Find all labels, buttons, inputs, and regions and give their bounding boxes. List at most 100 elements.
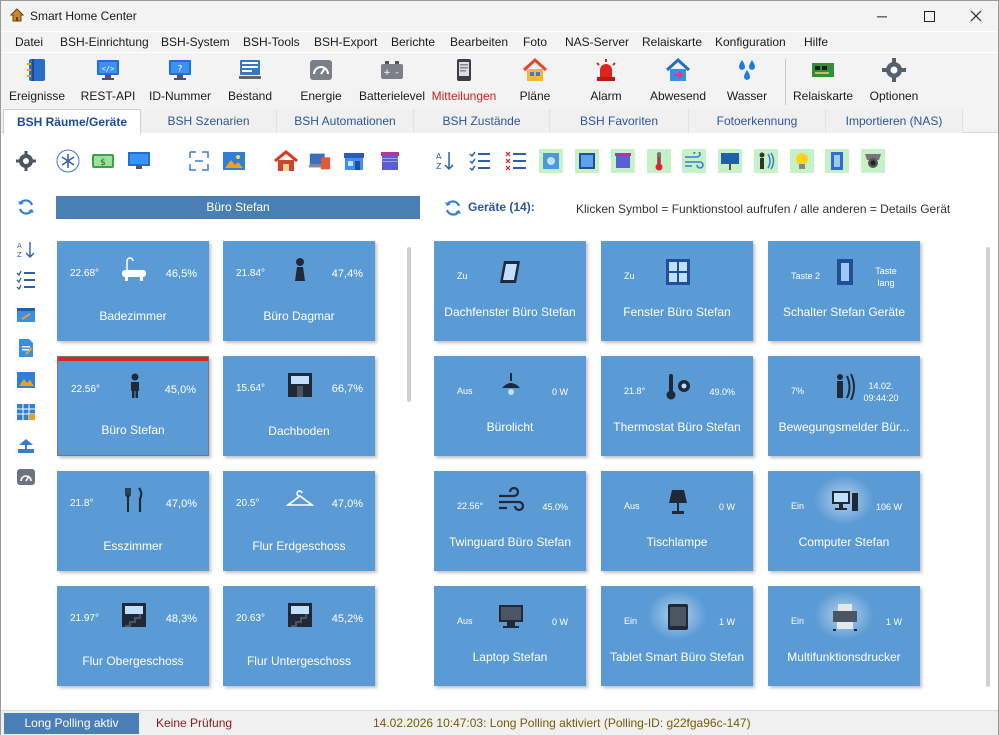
snowflake-icon[interactable] <box>56 149 80 173</box>
tab-bsh-zustaende[interactable]: BSH Zustände <box>414 109 550 133</box>
filter-thermometer-icon[interactable] <box>647 149 671 173</box>
menu-relaiskarte[interactable]: Relaiskarte <box>642 35 702 49</box>
room-tile-flur-erdgeschoss[interactable]: 20.5° 47,0% Flur Erdgeschoss <box>223 471 375 571</box>
devices-scrollbar[interactable] <box>986 247 990 687</box>
toolbar-bestand-button[interactable]: Bestand <box>210 57 290 103</box>
tablet-icon[interactable] <box>663 602 693 632</box>
device-tile-thermostat[interactable]: 21.8° 49.0% Thermostat Büro Stefan <box>601 356 753 456</box>
room-tile-dachboden[interactable]: 15.64° 66,7% Dachboden <box>223 356 375 456</box>
table-lamp-icon[interactable] <box>663 487 693 517</box>
toolbar-rest-api-button[interactable]: </> REST-API <box>68 57 148 103</box>
device-tile-fenster[interactable]: Zu Fenster Büro Stefan <box>601 241 753 341</box>
motion-icon[interactable] <box>830 372 860 402</box>
blinds-icon[interactable] <box>378 149 402 173</box>
room-tile-buero-dagmar[interactable]: 21.84° 47,4% Büro Dagmar <box>223 241 375 341</box>
room-tile-flur-obergeschoss[interactable]: 21.97° 48,3% Flur Obergeschoss <box>57 586 209 686</box>
gauge-side-icon[interactable] <box>15 466 37 488</box>
refresh-devices-icon[interactable] <box>443 198 463 218</box>
filter-bulb-icon[interactable] <box>790 149 814 173</box>
tab-bsh-raeume-geraete[interactable]: BSH Räume/Geräte <box>3 109 141 134</box>
polling-status[interactable]: Long Polling aktiv <box>4 713 139 734</box>
device-tile-drucker[interactable]: Ein 1 W Multifunktionsdrucker <box>768 586 920 686</box>
device-tile-computer[interactable]: Ein 106 W Computer Stefan <box>768 471 920 571</box>
maximize-button[interactable] <box>906 1 952 31</box>
edit-window-icon[interactable] <box>15 304 37 326</box>
rooms-scrollbar[interactable] <box>407 247 411 402</box>
toolbar-alarm-button[interactable]: Alarm <box>566 57 646 103</box>
filter-wind-icon[interactable] <box>682 149 706 173</box>
grid-icon[interactable] <box>15 401 37 423</box>
toolbar-mitteilungen-button[interactable]: Mitteilungen <box>424 57 504 103</box>
device-tile-tischlampe[interactable]: Aus 0 W Tischlampe <box>601 471 753 571</box>
switch-icon[interactable] <box>830 257 860 287</box>
tab-importieren-nas[interactable]: Importieren (NAS) <box>826 109 963 133</box>
menu-hilfe[interactable]: Hilfe <box>804 35 828 49</box>
toolbar-ereignisse-button[interactable]: Ereignisse <box>0 57 77 103</box>
devices-laptop-icon[interactable] <box>308 149 332 173</box>
filter-camera-icon[interactable] <box>861 149 885 173</box>
window-icon[interactable] <box>663 257 693 287</box>
menu-bsh-export[interactable]: BSH-Export <box>314 35 377 49</box>
upload-icon[interactable] <box>15 434 37 456</box>
menu-bsh-system[interactable]: BSH-System <box>161 35 230 49</box>
tab-fotoerkennung[interactable]: Fotoerkennung <box>689 109 826 133</box>
device-tile-schalter[interactable]: Taste 2 Taste lang Schalter Stefan Gerät… <box>768 241 920 341</box>
device-tile-tablet[interactable]: Ein 1 W Tablet Smart Büro Stefan <box>601 586 753 686</box>
menu-berichte[interactable]: Berichte <box>391 35 435 49</box>
sort-az-icon[interactable]: AZ <box>433 149 457 173</box>
filter-motion-icon[interactable] <box>754 149 778 173</box>
tab-bsh-automationen[interactable]: BSH Automationen <box>277 109 414 133</box>
room-tile-badezimmer[interactable]: 22.68° 46,5% Badezimmer <box>57 241 209 341</box>
menu-bearbeiten[interactable]: Bearbeiten <box>450 35 508 49</box>
menu-foto[interactable]: Foto <box>523 35 547 49</box>
toolbar-energie-button[interactable]: Energie <box>281 57 361 103</box>
money-icon[interactable]: $ <box>91 149 115 173</box>
tab-bsh-szenarien[interactable]: BSH Szenarien <box>141 109 277 133</box>
store-icon[interactable] <box>342 149 366 173</box>
menu-konfiguration[interactable]: Konfiguration <box>715 35 786 49</box>
filter-sign-icon[interactable] <box>718 149 742 173</box>
device-tile-buerolicht[interactable]: Aus 0 W Bürolicht <box>434 356 586 456</box>
toolbar-relaiskarte-button[interactable]: Relaiskarte <box>783 57 863 103</box>
house-red-icon[interactable] <box>274 149 298 173</box>
room-tile-buero-stefan[interactable]: 22.56° 45,0% Büro Stefan <box>57 356 209 456</box>
laptop-icon[interactable] <box>496 602 526 632</box>
filter-blinds-icon[interactable] <box>611 149 635 173</box>
close-button[interactable] <box>953 1 999 31</box>
room-tile-esszimmer[interactable]: 21.8° 47,0% Esszimmer <box>57 471 209 571</box>
toolbar-plaene-button[interactable]: Pläne <box>495 57 575 103</box>
menu-bsh-einrichtung[interactable]: BSH-Einrichtung <box>60 35 149 49</box>
toolbar-wasser-button[interactable]: Wasser <box>707 57 787 103</box>
settings-gear-icon[interactable] <box>14 149 38 173</box>
device-tile-twinguard[interactable]: 22.56° 45.0% Twinguard Büro Stefan <box>434 471 586 571</box>
wind-icon[interactable] <box>496 487 526 517</box>
menu-nas-server[interactable]: NAS-Server <box>565 35 629 49</box>
device-tile-bewegungsmelder[interactable]: 7% 14.02. 09:44:20 Bewegungsmelder Bür..… <box>768 356 920 456</box>
filter-sensor-icon[interactable] <box>539 149 563 173</box>
toolbar-abwesend-button[interactable]: Abwesend <box>638 57 718 103</box>
device-tile-dachfenster[interactable]: Zu Dachfenster Büro Stefan <box>434 241 586 341</box>
filter-window-icon[interactable] <box>575 149 599 173</box>
menu-datei[interactable]: Datei <box>15 35 43 49</box>
picture-icon[interactable] <box>222 149 246 173</box>
toolbar-id-nummer-button[interactable]: ? ID-Nummer <box>140 57 220 103</box>
picture-side-icon[interactable] <box>15 369 37 391</box>
x-list-icon[interactable] <box>504 149 528 173</box>
desktop-icon[interactable] <box>830 487 860 517</box>
tab-bsh-favoriten[interactable]: BSH Favoriten <box>550 109 689 133</box>
refresh-rooms-icon[interactable] <box>15 196 37 218</box>
toolbar-optionen-button[interactable]: Optionen <box>854 57 934 103</box>
device-tile-laptop[interactable]: Aus 0 W Laptop Stefan <box>434 586 586 686</box>
checklist-side-icon[interactable] <box>15 269 37 291</box>
select-frame-icon[interactable] <box>187 149 211 173</box>
document-edit-icon[interactable] <box>15 337 37 359</box>
toolbar-batterielevel-button[interactable]: + - Batterielevel <box>352 57 432 103</box>
printer-icon[interactable] <box>830 602 860 632</box>
checklist-icon[interactable] <box>468 149 492 173</box>
sort-az-side-icon[interactable]: AZ <box>15 239 37 261</box>
monitor-code-small-icon[interactable] <box>127 149 151 173</box>
thermostat-icon[interactable] <box>663 372 693 402</box>
room-tile-flur-untergeschoss[interactable]: 20.63° 45,2% Flur Untergeschoss <box>223 586 375 686</box>
ceiling-lamp-icon[interactable] <box>496 372 526 402</box>
roof-window-icon[interactable] <box>496 257 526 287</box>
